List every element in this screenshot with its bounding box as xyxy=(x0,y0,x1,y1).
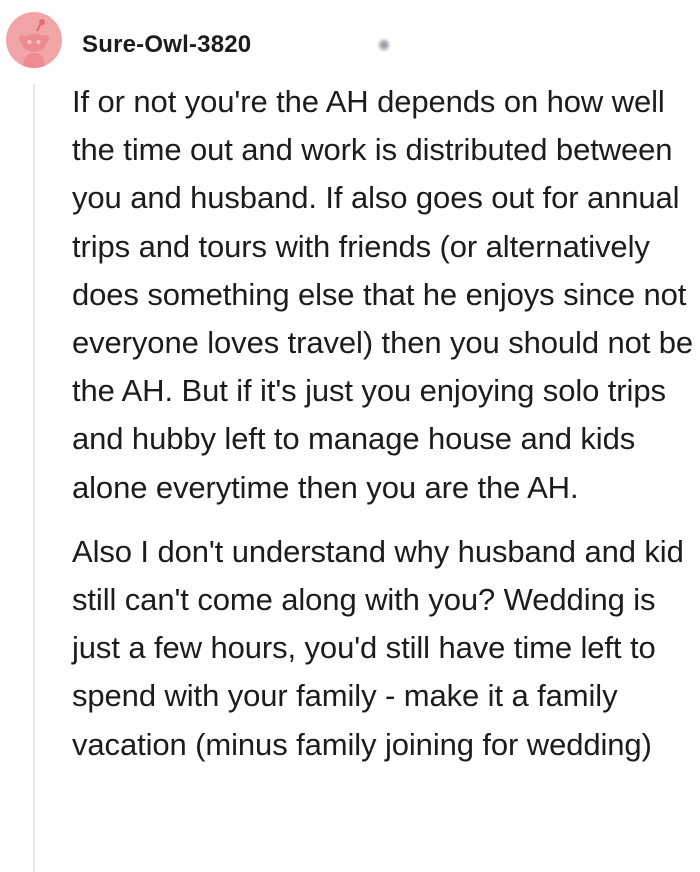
comment-paragraph: Also I don't understand why husband and … xyxy=(72,533,684,762)
separator-dot xyxy=(379,40,389,50)
username[interactable]: Sure-Owl-3820 xyxy=(82,30,251,60)
reddit-snoo-avatar-icon xyxy=(19,19,49,68)
comment-paragraph: If or not you're the AH depends on how w… xyxy=(72,84,694,505)
avatar[interactable] xyxy=(6,12,62,68)
thread-line[interactable] xyxy=(33,84,35,872)
comment-body: If or not you're the AH depends on how w… xyxy=(72,78,694,769)
comment: Sure-Owl-3820 If or not you're the AH de… xyxy=(0,0,700,872)
